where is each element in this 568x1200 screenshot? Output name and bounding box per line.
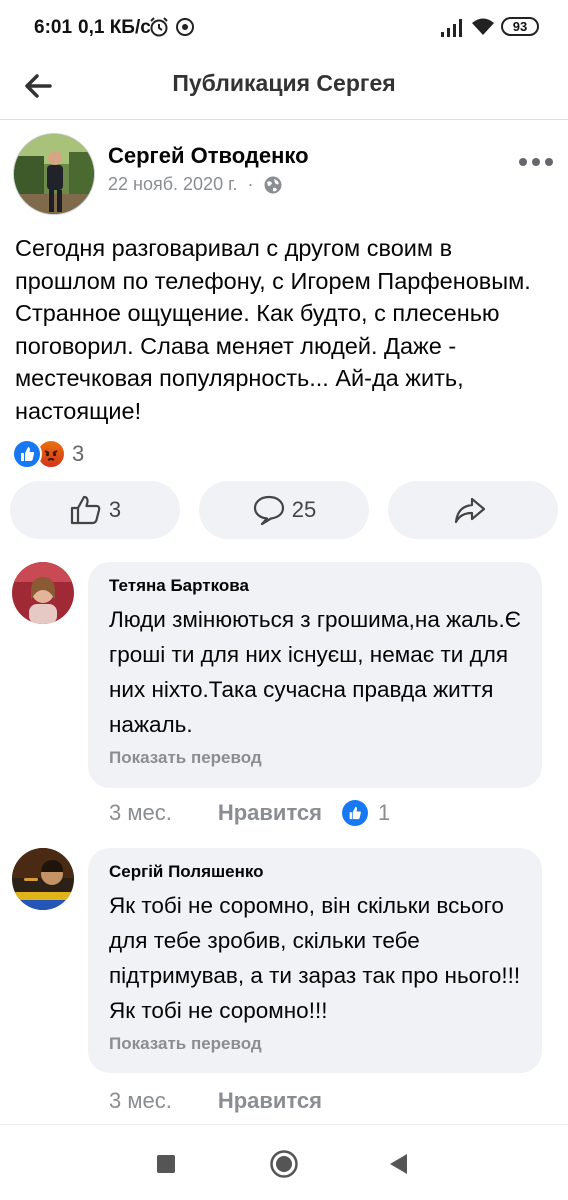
status-time: 6:01 bbox=[34, 17, 73, 38]
comment-author[interactable]: Тетяна Барткова bbox=[109, 576, 522, 596]
show-translation-link[interactable]: Показать перевод bbox=[109, 748, 522, 768]
share-button[interactable] bbox=[388, 481, 558, 539]
reactions-summary[interactable]: 3 bbox=[12, 438, 84, 470]
home-circle-icon bbox=[270, 1150, 298, 1178]
meta-separator: · bbox=[247, 174, 254, 194]
system-navigation-bar bbox=[0, 1124, 568, 1200]
back-triangle-icon bbox=[390, 1154, 407, 1174]
comment-like-reaction-icon bbox=[342, 800, 368, 826]
comment-like-count: 1 bbox=[378, 800, 391, 825]
comment-count: 25 bbox=[291, 497, 317, 522]
comment-author[interactable]: Сергій Поляшенко bbox=[109, 862, 522, 882]
comment-button[interactable]: 25 bbox=[199, 481, 369, 539]
reactions-count: 3 bbox=[72, 441, 85, 466]
home-button[interactable] bbox=[267, 1147, 301, 1181]
link-icon bbox=[174, 16, 196, 43]
comment-time[interactable]: 3 мес. bbox=[109, 1088, 172, 1114]
show-translation-link[interactable]: Показать перевод bbox=[109, 1034, 522, 1054]
comment-avatar[interactable] bbox=[12, 562, 74, 624]
comment-text: Люди змінюються з грошима,на жаль.Є грош… bbox=[109, 607, 521, 737]
post-author-name[interactable]: Сергей Отводенко bbox=[108, 143, 309, 169]
like-reaction-icon bbox=[12, 439, 42, 469]
thumbs-up-icon bbox=[70, 495, 101, 525]
status-speed: 0,1 КБ/с bbox=[78, 17, 151, 38]
globe-icon bbox=[264, 176, 282, 193]
post-more-options-button[interactable] bbox=[519, 155, 553, 169]
page-title: Публикация Сергея bbox=[172, 70, 396, 96]
comment-bubble[interactable]: Сергій Поляшенко Як тобі не соромно, він… bbox=[88, 848, 542, 1073]
share-icon bbox=[454, 497, 486, 524]
status-bar: 6:01 0,1 КБ/с 93 bbox=[0, 0, 568, 56]
battery-icon: 93 bbox=[501, 17, 539, 36]
comment-time[interactable]: 3 мес. bbox=[109, 800, 172, 826]
author-avatar[interactable] bbox=[13, 133, 95, 215]
post-meta: 22 нояб. 2020 г. · bbox=[108, 174, 283, 195]
app-header: Публикация Сергея bbox=[0, 56, 568, 120]
alarm-icon bbox=[148, 16, 170, 43]
system-back-button[interactable] bbox=[381, 1147, 415, 1181]
comment-avatar[interactable] bbox=[12, 848, 74, 910]
recents-square-icon bbox=[157, 1155, 175, 1173]
comment-like-button[interactable]: Нравится bbox=[218, 800, 322, 826]
like-button[interactable]: 3 bbox=[10, 481, 180, 539]
comment-like-button[interactable]: Нравится bbox=[218, 1088, 322, 1114]
like-count: 3 bbox=[108, 497, 122, 522]
recents-button[interactable] bbox=[149, 1147, 183, 1181]
comment-footer: 3 мес. Нравится bbox=[109, 1088, 322, 1114]
comment-bubble[interactable]: Тетяна Барткова Люди змінюються з грошим… bbox=[88, 562, 542, 788]
comment-icon bbox=[253, 495, 284, 526]
comment-footer: 3 мес. Нравится 1 bbox=[109, 800, 390, 826]
post-text: Сегодня разговаривал с другом своим в пр… bbox=[15, 235, 531, 424]
signal-icon bbox=[440, 18, 464, 43]
wifi-icon bbox=[471, 17, 495, 42]
comment-text: Як тобі не соромно, він скільки всього д… bbox=[109, 893, 521, 1023]
post-date[interactable]: 22 нояб. 2020 г. bbox=[108, 174, 237, 195]
